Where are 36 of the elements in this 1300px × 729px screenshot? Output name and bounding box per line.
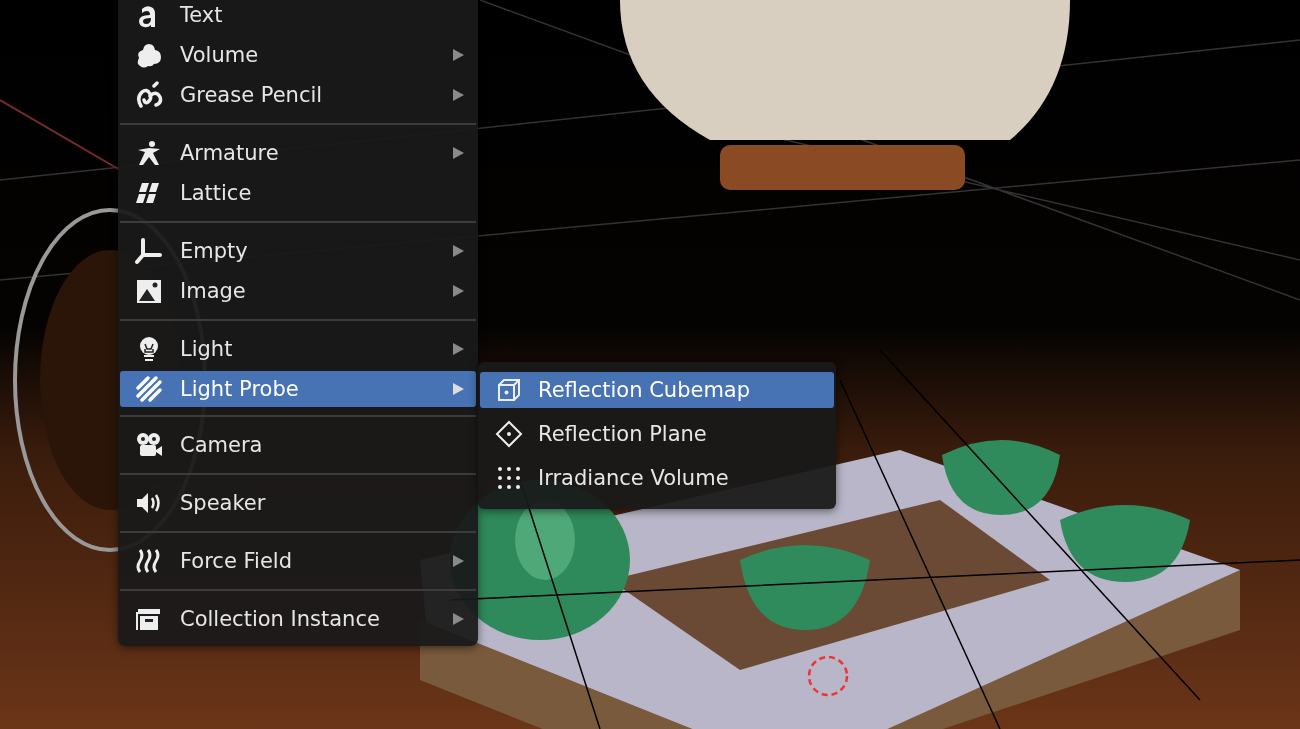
submenu-item[interactable]: Reflection Cubemap [480,372,834,408]
menu-item[interactable]: Empty [120,231,476,271]
menu-item-label: Collection Instance [180,607,381,631]
menu-item[interactable]: Camera [120,425,476,465]
menu-item-label: Empty [180,239,249,263]
submenu-item-label: Irradiance Volume [538,466,729,490]
menu-item[interactable]: Lattice [120,173,476,213]
menu-item[interactable]: Volume [120,35,476,75]
menu-item[interactable]: Armature [120,133,476,173]
diamond-icon [494,419,524,449]
menu-item-label: Grease Pencil [180,83,324,107]
stripes-icon [134,374,164,404]
menu-item-label: Lattice [180,181,253,205]
menu-item-label: Camera [180,433,264,457]
menu-item[interactable]: Light Probe [120,371,476,407]
menu-item-label: Image [180,279,247,303]
submenu-item-label: Reflection Cubemap [538,378,751,402]
axes-icon [134,236,164,266]
menu-item-label: Text [180,3,224,27]
menu-item-label: Light [180,337,234,361]
menu-item[interactable]: Image [120,271,476,311]
menu-item[interactable]: Collection Instance [120,599,476,639]
menu-item[interactable]: Force Field [120,541,476,581]
menu-item-label: Light Probe [180,377,300,401]
menu-item[interactable]: Speaker [120,483,476,523]
menu-item-label: Force Field [180,549,293,573]
menu-item[interactable]: Light [120,329,476,369]
submenu-item[interactable]: Irradiance Volume [480,456,834,500]
menu-item-label: Volume [180,43,260,67]
menu-item-label: Speaker [180,491,267,515]
menu-item[interactable]: Grease Pencil [120,75,476,115]
menu-item[interactable]: Text [120,0,476,35]
menu-item-label: Armature [180,141,280,165]
submenu-item[interactable]: Reflection Plane [480,412,834,456]
squiggle-icon [134,80,164,110]
submenu-item-label: Reflection Plane [538,422,707,446]
